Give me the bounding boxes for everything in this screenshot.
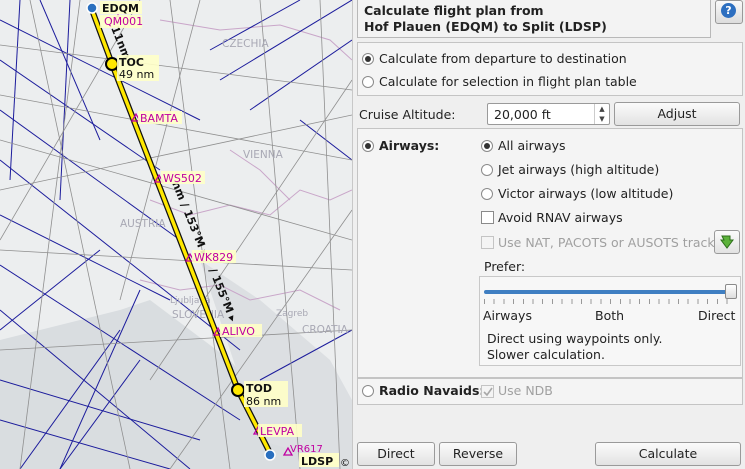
airways-label[interactable]: Airways: (379, 138, 439, 153)
airport-icon[interactable] (86, 2, 98, 14)
flight-plan-calc-panel: Calculate flight plan from Hof Plauen (E… (352, 0, 745, 469)
waypoint-label: ALIVO (222, 325, 255, 338)
avoid-rnav-checkbox[interactable] (481, 211, 494, 224)
spin-arrows-icon[interactable]: ▲ ▼ (594, 104, 609, 124)
waypoint-label: WS502 (163, 172, 202, 185)
help-icon: ? (721, 3, 736, 18)
toc-marker-icon[interactable] (105, 57, 119, 71)
waypoint-label: QM001 (104, 15, 143, 28)
waypoint-label: LEVPA (260, 425, 295, 438)
map-label-vienna: VIENNA (243, 149, 284, 161)
map-label-slovenia: SLOVENIA (172, 309, 225, 321)
mode-label-departure[interactable]: Calculate from departure to destination (379, 51, 627, 66)
adjust-button[interactable]: Adjust (614, 102, 740, 126)
radio-navaids-radio[interactable] (362, 385, 374, 397)
map-copyright: © (340, 458, 350, 469)
airway-option-victor[interactable]: Victor airways (low altitude) (498, 186, 673, 201)
tod-marker-icon[interactable] (231, 383, 245, 397)
use-tracks-checkbox[interactable] (481, 236, 494, 249)
radio-navaids-label[interactable]: Radio Navaids: (379, 383, 484, 398)
mode-label-selection[interactable]: Calculate for selection in flight plan t… (379, 74, 637, 89)
airway-option-jet-radio[interactable] (481, 164, 493, 176)
reverse-button[interactable]: Reverse (439, 442, 517, 466)
calculate-button[interactable]: Calculate (595, 442, 741, 466)
map-view[interactable]: CZECHIA VIENNA AUSTRIA SLOVENIA Ljubljan… (0, 0, 352, 469)
map-label-croatia: CROATIA (302, 324, 349, 336)
waypoint-label-edqm: EDQM (102, 2, 139, 15)
panel-header: Calculate flight plan from Hof Plauen (E… (357, 0, 711, 38)
mode-radio-departure[interactable] (362, 53, 374, 65)
toc-distance: 49 nm (119, 68, 154, 81)
waypoint-label: BAMTA (140, 112, 178, 125)
radio-navaids-group: Radio Navaids: Use NDB (357, 378, 743, 405)
avoid-rnav-label[interactable]: Avoid RNAV airways (498, 210, 623, 225)
airway-option-all[interactable]: All airways (498, 138, 566, 153)
prefer-slider-track[interactable] (484, 290, 728, 294)
mode-group: Calculate from departure to destination … (357, 42, 743, 96)
leg-label: nm / 153°M ▸ (169, 179, 211, 258)
tod-distance: 86 nm (246, 395, 281, 408)
use-ndb-checkbox[interactable] (481, 385, 494, 398)
airway-option-victor-radio[interactable] (481, 188, 493, 200)
map-label-zagreb: Zagreb (276, 309, 308, 319)
tod-label: TOD (246, 382, 272, 395)
direct-button[interactable]: Direct (357, 442, 435, 466)
waypoint-label: WK829 (194, 251, 233, 264)
slider-label-both: Both (595, 308, 625, 323)
airway-option-jet[interactable]: Jet airways (high altitude) (498, 162, 659, 177)
map-canvas[interactable]: CZECHIA VIENNA AUSTRIA SLOVENIA Ljubljan… (0, 0, 352, 469)
header-line2: Hof Plauen (EDQM) to Split (LDSP) (364, 19, 607, 34)
airway-option-all-radio[interactable] (481, 140, 493, 152)
mode-radio-selection[interactable] (362, 76, 374, 88)
prefer-label: Prefer: (484, 259, 526, 274)
header-line1: Calculate flight plan from (364, 3, 544, 18)
airways-radio[interactable] (362, 140, 374, 152)
use-tracks-label: Use NAT, PACOTS or AUSOTS tracks (498, 235, 722, 250)
slider-description-2: Slower calculation. (487, 347, 605, 362)
download-tracks-button[interactable] (714, 230, 740, 254)
use-ndb-label: Use NDB (498, 383, 553, 398)
slider-label-airways: Airways (483, 308, 532, 323)
check-icon (483, 387, 493, 397)
prefer-slider-ticks (484, 299, 728, 304)
prefer-slider-handle[interactable] (725, 284, 737, 299)
map-label-austria: AUSTRIA (120, 218, 166, 230)
map-label-czechia: CZECHIA (222, 38, 269, 50)
slider-description-1: Direct using waypoints only. (487, 331, 663, 346)
download-tracks-icon (720, 235, 734, 249)
cruise-altitude-label: Cruise Altitude: (359, 107, 456, 122)
slider-label-direct: Direct (698, 308, 736, 323)
waypoint-label-ldsp: LDSP (301, 455, 333, 468)
cruise-altitude-spinbox[interactable]: 20,000 ft ▲ ▼ (487, 103, 610, 125)
cruise-altitude-value[interactable]: 20,000 ft (494, 107, 551, 122)
airport-icon[interactable] (264, 449, 276, 461)
help-button[interactable]: ? (715, 0, 743, 24)
